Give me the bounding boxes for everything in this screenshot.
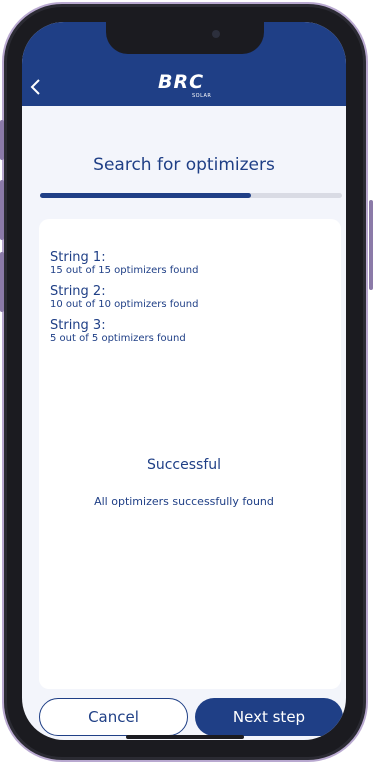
logo-subtext: SOLAR	[192, 93, 212, 99]
volume-up-button	[0, 180, 4, 240]
string-detail: 15 out of 15 optimizers found	[50, 265, 199, 276]
brand-logo: BRC SOLAR	[158, 72, 228, 102]
string-title: String 3:	[50, 318, 106, 333]
next-step-button[interactable]: Next step	[195, 698, 343, 736]
string-detail: 5 out of 5 optimizers found	[50, 333, 186, 344]
string-item: String 2: 10 out of 10 optimizers found	[50, 284, 198, 311]
cancel-button[interactable]: Cancel	[39, 698, 188, 736]
phone-notch	[106, 22, 264, 54]
mute-switch	[0, 120, 4, 160]
logo-text: BRC	[158, 71, 205, 93]
string-title: String 1:	[50, 250, 106, 265]
volume-down-button	[0, 252, 4, 312]
string-detail: 10 out of 10 optimizers found	[50, 299, 199, 310]
camera-icon	[212, 30, 220, 38]
progress-bar	[40, 193, 342, 198]
app-screen: BRC SOLAR Search for optimizers String 1…	[22, 22, 346, 740]
string-title: String 2:	[50, 284, 106, 299]
status-title: Successful	[146, 457, 222, 473]
status-message: All optimizers successfully found	[94, 495, 274, 508]
progress-fill	[40, 193, 252, 198]
string-item: String 3: 5 out of 5 optimizers found	[50, 318, 186, 345]
power-button	[369, 200, 373, 290]
string-item: String 1: 15 out of 15 optimizers found	[50, 250, 198, 277]
home-indicator[interactable]	[126, 735, 244, 739]
page-title: Search for optimizers	[93, 155, 275, 175]
back-arrow-icon[interactable]	[28, 77, 46, 97]
